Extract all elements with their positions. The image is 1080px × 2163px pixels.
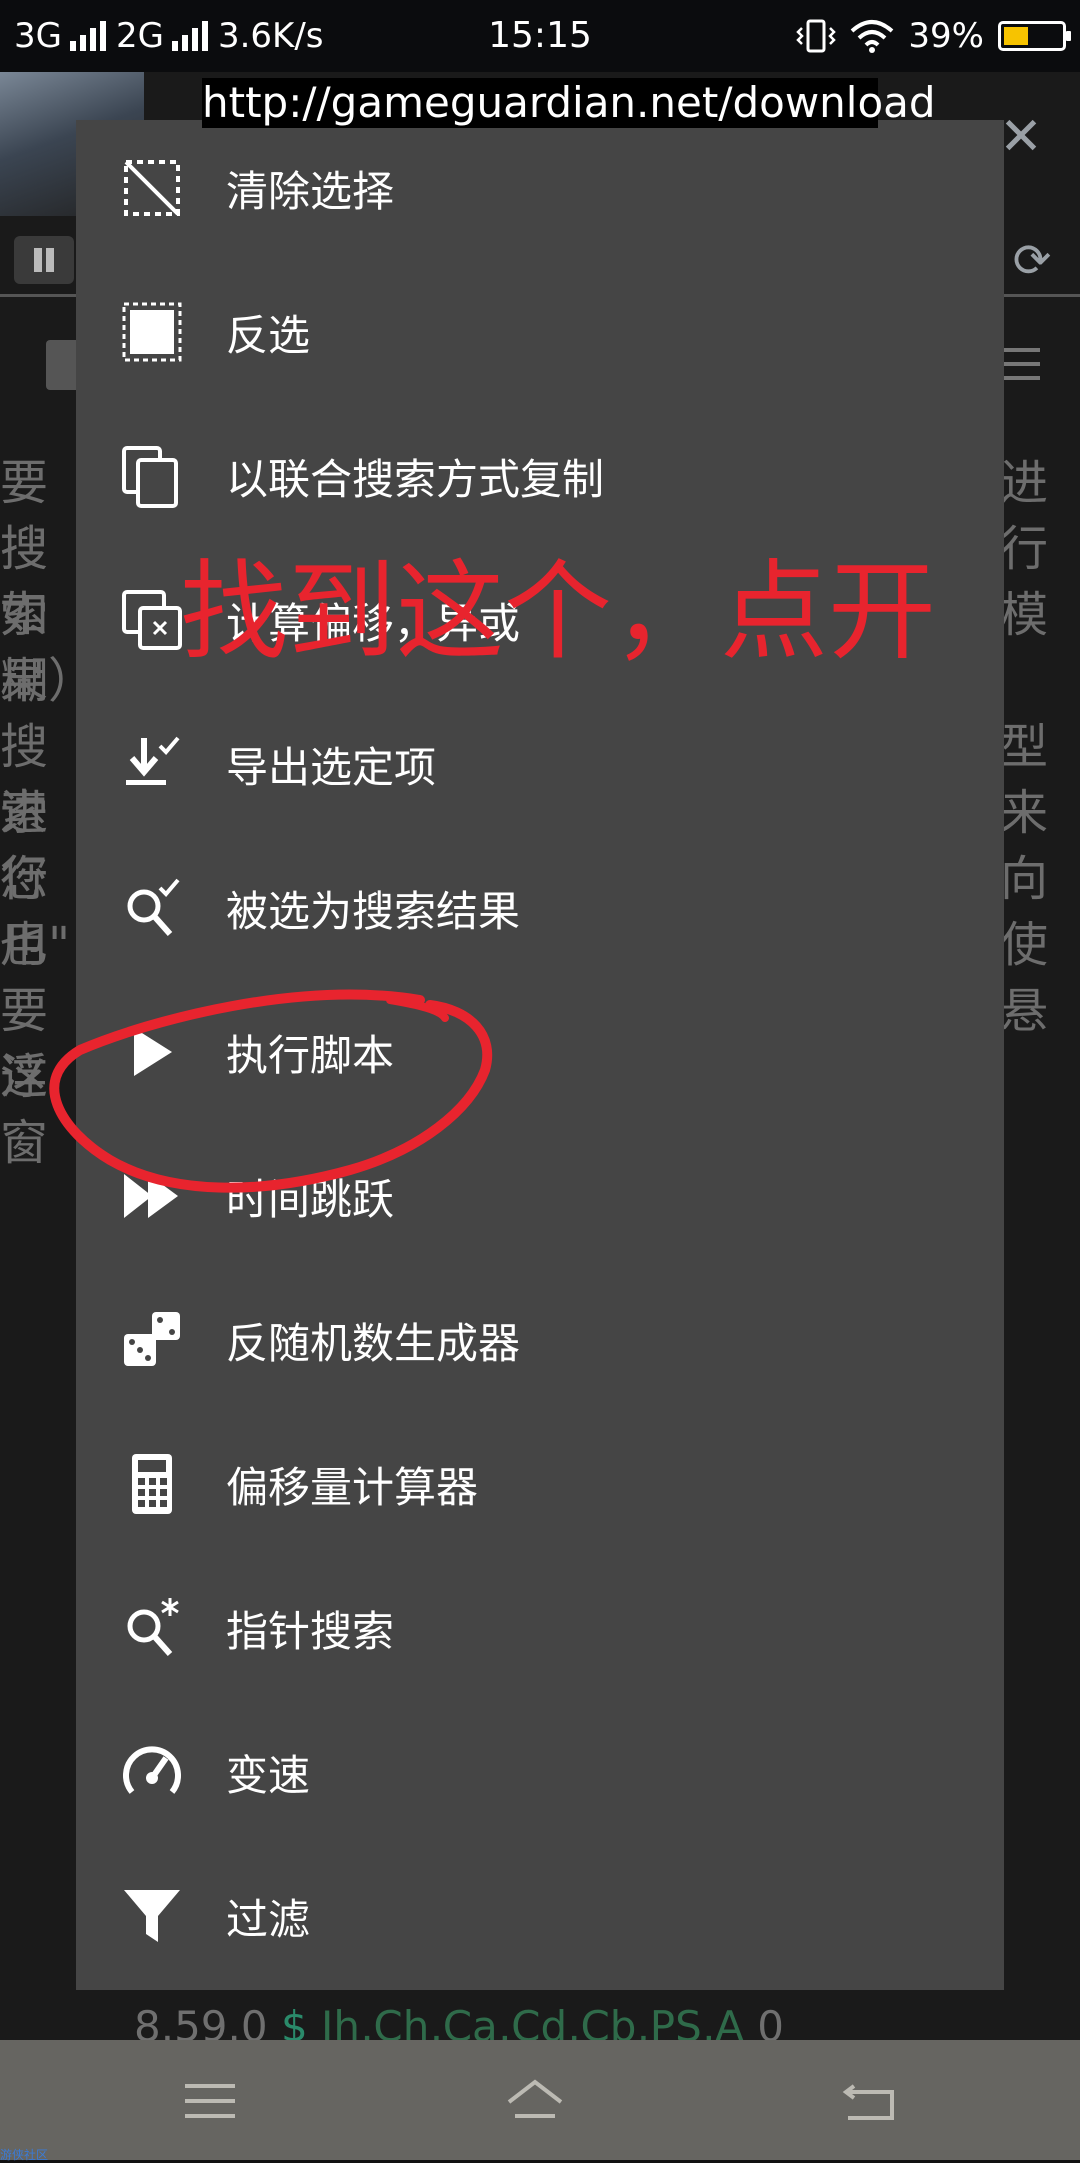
wifi-icon	[851, 20, 894, 53]
menu-item-label: 偏移量计算器	[226, 1463, 479, 1512]
background-text-line: 模	[1000, 587, 1049, 643]
background-text-line: 要这	[0, 983, 49, 1105]
menu-item-label: 被选为搜索结果	[226, 887, 521, 936]
background-text-line: 要搜	[0, 455, 49, 577]
background-text-line: 悬	[1000, 983, 1049, 1039]
invert-selection-icon	[122, 302, 182, 362]
annotation-text: 找到这个，点开	[180, 550, 937, 675]
background-text-line	[1000, 1044, 1080, 1110]
dice-icon	[124, 1312, 180, 1366]
menu-item-label: 指针搜索	[226, 1607, 395, 1656]
signal-bars-icon	[171, 21, 208, 51]
menu-item-label: 导出选定项	[226, 743, 437, 792]
menu-item-pointer-search[interactable]: 指针搜索	[76, 1560, 1004, 1704]
menu-item-label: 以联合搜索方式复制	[226, 455, 605, 504]
menu-item-copy[interactable]: 以联合搜索方式复制	[76, 408, 1004, 552]
menu-item-label: 清除选择	[226, 167, 395, 216]
background-text-line: 浮窗	[0, 1049, 49, 1171]
network-3g-label: 3G	[14, 16, 62, 56]
network-speed: 3.6K/s	[217, 16, 324, 56]
network-2g-label: 2G	[115, 16, 164, 56]
background-help-text-left: 要搜 搜索 如果 糊） 搜索 进行 您也 用" 要这 浮窗	[0, 450, 97, 1171]
background-text-line: 型来	[1000, 719, 1049, 841]
vibrate-icon	[796, 19, 837, 53]
nav-back-icon[interactable]	[840, 2076, 900, 2126]
background-help-text-right: 进行模型来 向使悬	[1000, 450, 1080, 1110]
menu-item-fast-forward[interactable]: 时间跳跃	[76, 1128, 1004, 1272]
copy-icon	[122, 446, 178, 508]
menu-item-search-check[interactable]: 被选为搜索结果	[76, 840, 1004, 984]
menu-item-label: 过滤	[226, 1895, 311, 1944]
menu-item-label: 变速	[226, 1751, 311, 1800]
speedometer-icon	[123, 1746, 181, 1794]
watermark-text: 游侠社区	[0, 2148, 49, 2162]
play-icon	[134, 1028, 172, 1076]
nav-home-icon[interactable]	[505, 2076, 565, 2126]
menu-item-label: 反随机数生成器	[226, 1319, 521, 1368]
list-menu-icon[interactable]	[1000, 348, 1040, 382]
menu-item-label: 时间跳跃	[226, 1175, 395, 1224]
background-text-line	[1000, 648, 1080, 714]
pause-button[interactable]	[14, 236, 74, 284]
nav-menu-icon[interactable]	[180, 2076, 240, 2126]
background-text-line: 糊）	[0, 653, 97, 709]
menu-item-play[interactable]: 执行脚本	[76, 984, 1004, 1128]
background-text-line: 如果	[0, 587, 49, 709]
offset-calc-icon	[122, 590, 182, 650]
menu-item-label: 执行脚本	[226, 1031, 395, 1080]
background-text-line: 进行	[0, 785, 49, 907]
fast-forward-icon	[124, 1174, 178, 1218]
status-bar: 15:15 3G 2G 3.6K/s 39%	[0, 0, 1080, 72]
battery-icon	[998, 21, 1071, 51]
download-url[interactable]: http://gameguardian.net/download	[202, 78, 936, 128]
navigation-bar	[0, 2040, 1080, 2160]
background-text-line: 进行	[1000, 455, 1049, 577]
refresh-icon[interactable]: ⟳	[1002, 234, 1062, 286]
menu-item-dice[interactable]: 反随机数生成器	[76, 1272, 1004, 1416]
filter-icon	[124, 1890, 180, 1942]
menu-item-clear-selection[interactable]: 清除选择	[76, 120, 1004, 264]
menu-item-speedometer[interactable]: 变速	[76, 1704, 1004, 1848]
export-icon	[126, 736, 180, 785]
menu-item-invert-selection[interactable]: 反选	[76, 264, 1004, 408]
search-check-icon	[127, 878, 180, 936]
pointer-search-icon	[127, 1598, 179, 1656]
background-text-line: 搜索	[0, 521, 49, 643]
clear-selection-icon	[124, 160, 180, 216]
menu-item-label: 反选	[226, 311, 311, 360]
signal-bars-icon	[69, 21, 106, 51]
menu-item-export[interactable]: 导出选定项	[76, 696, 1004, 840]
menu-item-calculator[interactable]: 偏移量计算器	[76, 1416, 1004, 1560]
background-text-line: 用"	[0, 917, 71, 973]
background-text-line: 搜索	[0, 719, 49, 841]
status-right: 39%	[796, 16, 1071, 56]
background-text-line: 您也	[0, 851, 49, 973]
background-text-line: 向使	[1000, 851, 1049, 973]
calculator-icon	[132, 1454, 172, 1514]
context-menu: 清除选择 反选 以联合搜索方式复制 计算偏移，异或 导出选定项 被选为搜索结果 执行脚本 时间…	[76, 120, 1004, 1990]
battery-percent: 39%	[908, 16, 984, 56]
menu-item-filter[interactable]: 过滤	[76, 1848, 1004, 1992]
status-left: 3G 2G 3.6K/s	[14, 16, 324, 56]
